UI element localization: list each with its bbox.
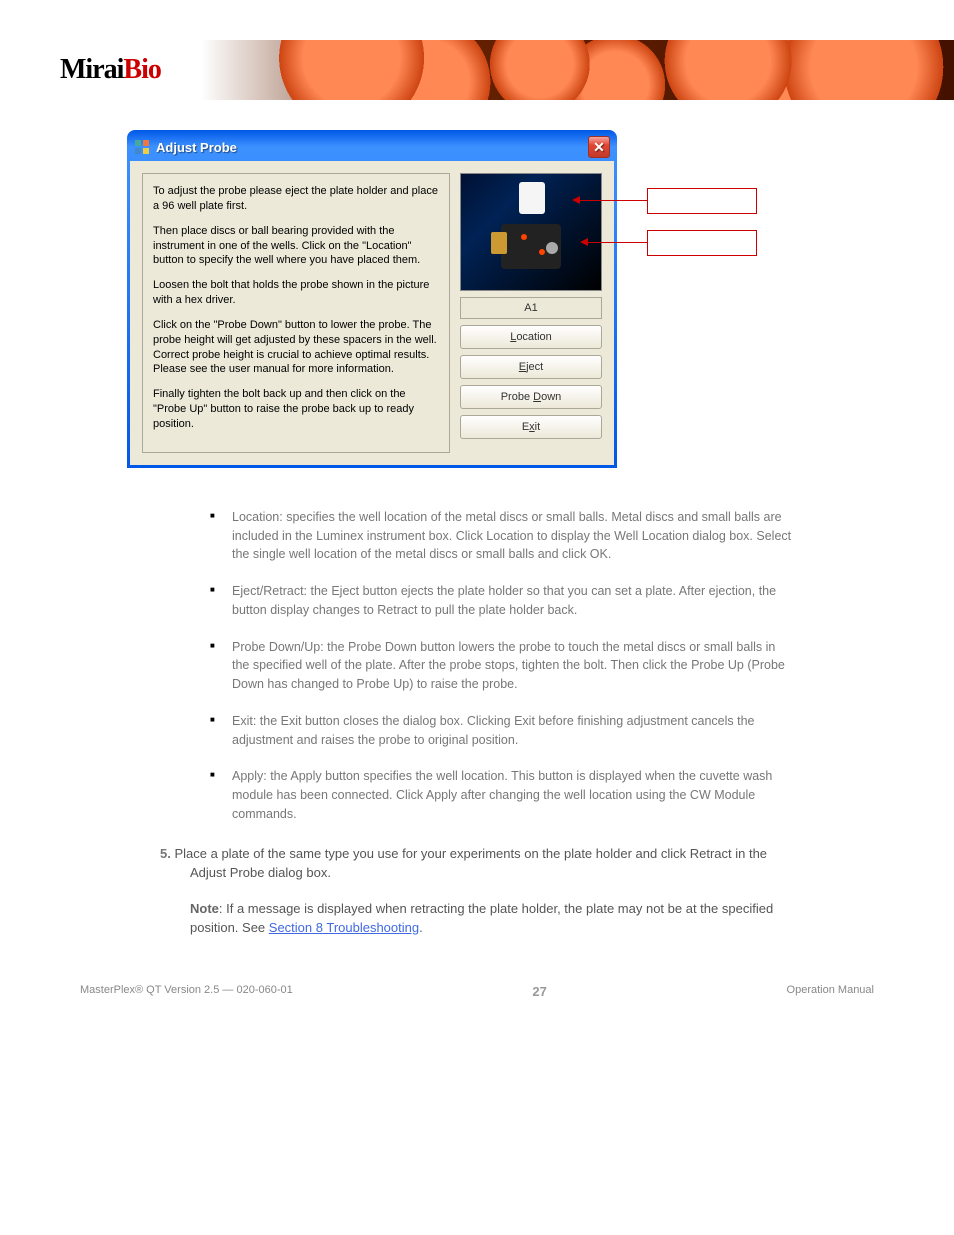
probe-down-button[interactable]: Probe Down (460, 385, 602, 409)
arrowhead-icon (580, 238, 588, 246)
list-item: Location: specifies the well location of… (210, 508, 794, 564)
annotation-box-2 (647, 230, 757, 256)
page-header: MiraiBio (0, 40, 954, 100)
note-label: Note (190, 901, 219, 916)
annotation-arrow-2 (587, 242, 647, 243)
instruction-p5: Finally tighten the bolt back up and the… (153, 387, 439, 432)
annotation-box-1 (647, 188, 757, 214)
eject-button[interactable]: Eject (460, 355, 602, 379)
dialog-app-icon (134, 139, 150, 155)
step-text: Place a plate of the same type you use f… (174, 846, 767, 881)
dialog-figure: Adjust Probe ✕ To adjust the probe pleas… (127, 130, 827, 468)
note-paragraph: Note: If a message is displayed when ret… (190, 899, 794, 938)
arrowhead-icon (572, 196, 580, 204)
logo-text-mirai: Mirai (60, 54, 123, 85)
close-icon: ✕ (593, 139, 605, 156)
exit-button[interactable]: Exit (460, 415, 602, 439)
instruction-p3: Loosen the bolt that holds the probe sho… (153, 278, 439, 308)
list-item: Apply: the Apply button specifies the we… (210, 767, 794, 823)
instruction-p4: Click on the "Probe Down" button to lowe… (153, 318, 439, 377)
page-footer: MasterPlex® QT Version 2.5 — 020-060-01 … (0, 954, 954, 1019)
well-location-display: A1 (460, 297, 602, 319)
dialog-titlebar[interactable]: Adjust Probe ✕ (130, 133, 614, 161)
dialog-title: Adjust Probe (156, 140, 588, 155)
close-button[interactable]: ✕ (588, 136, 610, 158)
troubleshooting-link[interactable]: Section 8 Troubleshooting (269, 920, 419, 935)
note-after: . (419, 920, 423, 935)
button-description-list: Location: specifies the well location of… (210, 508, 794, 824)
instruction-p2: Then place discs or ball bearing provide… (153, 224, 439, 269)
location-button[interactable]: Location (460, 325, 602, 349)
step-number: 5. (160, 846, 171, 861)
document-body: Location: specifies the well location of… (190, 508, 794, 938)
logo: MiraiBio (60, 54, 161, 86)
logo-text-bio: Bio (123, 54, 160, 85)
annotation-arrow-1 (579, 200, 647, 201)
adjust-probe-dialog: Adjust Probe ✕ To adjust the probe pleas… (127, 130, 617, 468)
footer-right: Operation Manual (787, 984, 874, 999)
page-number: 27 (532, 984, 546, 999)
header-banner-image (201, 40, 954, 100)
footer-left: MasterPlex® QT Version 2.5 — 020-060-01 (80, 984, 293, 999)
list-item: Eject/Retract: the Eject button ejects t… (210, 582, 794, 620)
probe-photo (460, 173, 602, 291)
well-location-value: A1 (524, 302, 537, 314)
dialog-right-panel: A1 Location Eject Probe Down Exit (460, 173, 602, 453)
instruction-p1: To adjust the probe please eject the pla… (153, 184, 439, 214)
instructions-panel: To adjust the probe please eject the pla… (142, 173, 450, 453)
list-item: Exit: the Exit button closes the dialog … (210, 712, 794, 750)
list-item: Probe Down/Up: the Probe Down button low… (210, 638, 794, 694)
dialog-body: To adjust the probe please eject the pla… (130, 161, 614, 465)
step-5: 5. Place a plate of the same type you us… (190, 844, 794, 883)
